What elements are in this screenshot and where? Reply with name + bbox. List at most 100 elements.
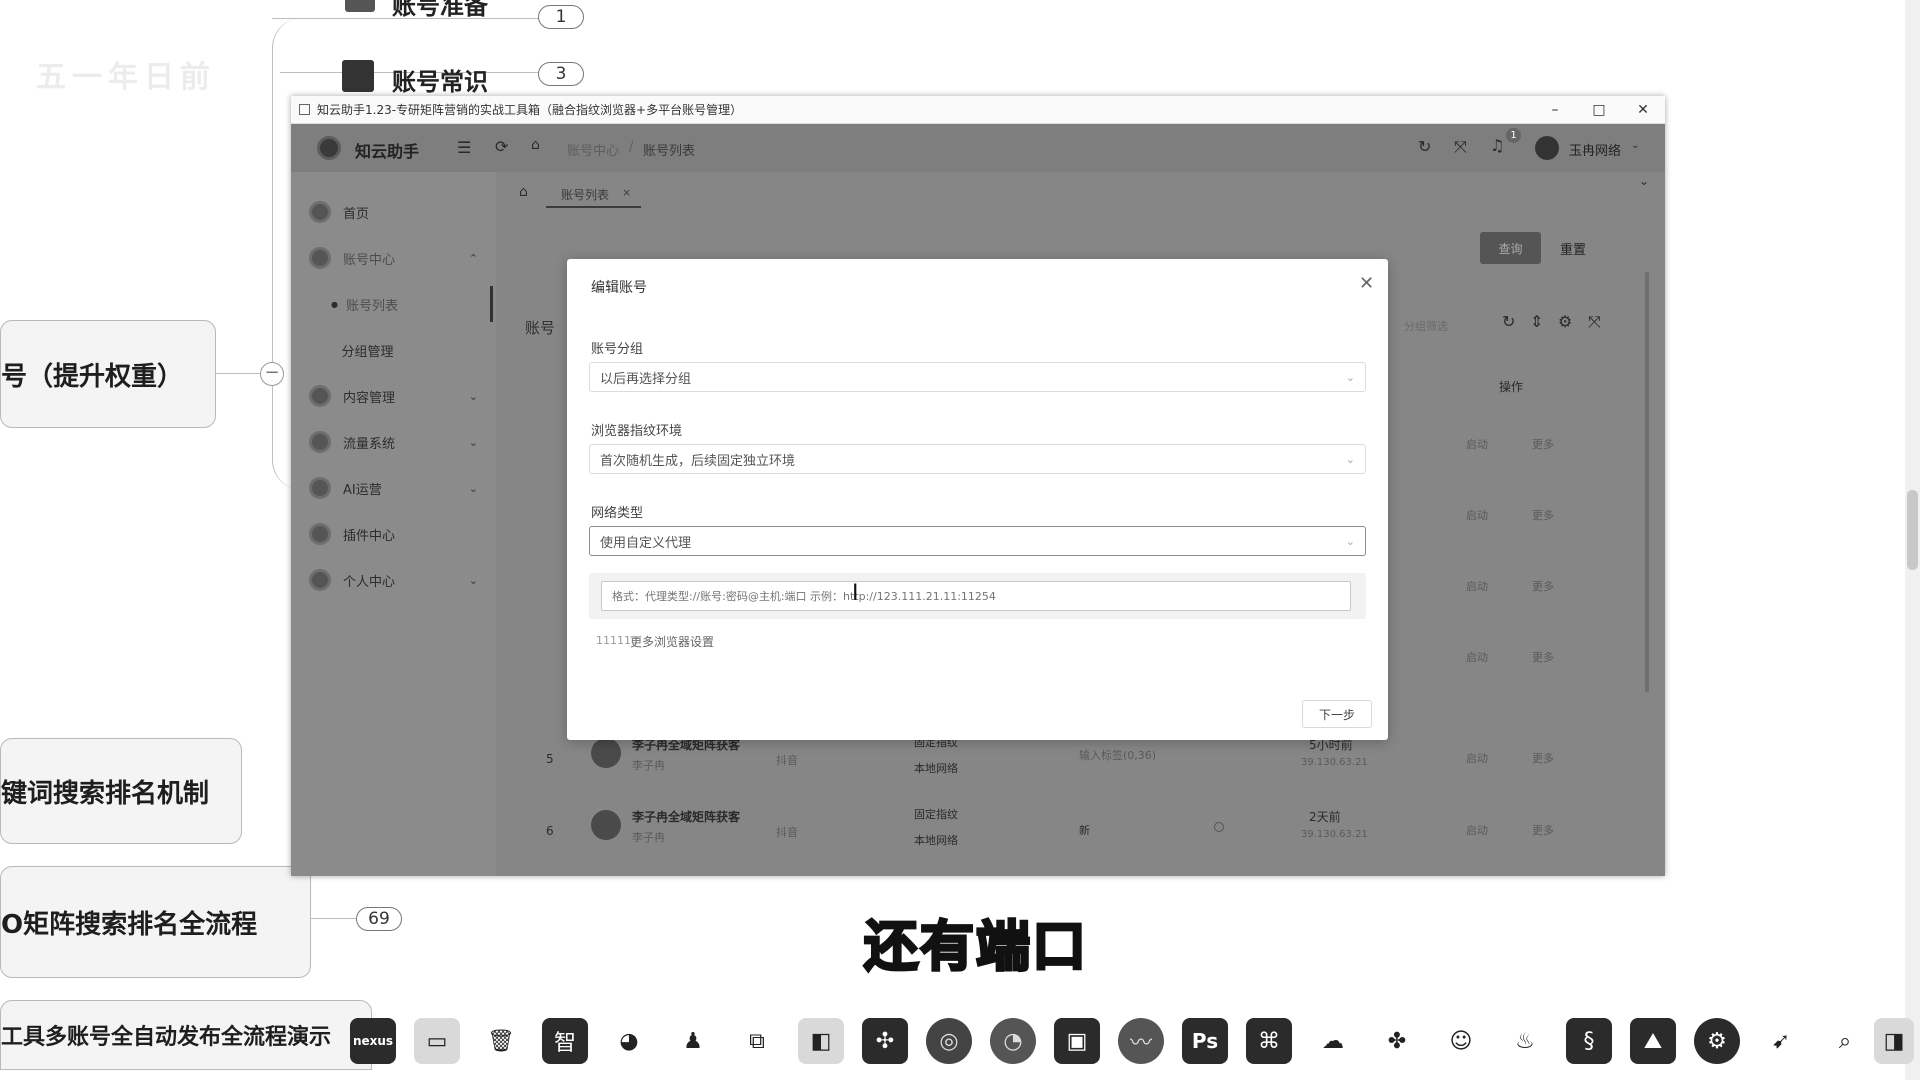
user-name[interactable]: 玉冉网络: [1569, 140, 1621, 159]
row-more-button[interactable]: 更多: [1532, 822, 1554, 838]
steam-icon[interactable]: ⚙: [1694, 1018, 1740, 1064]
mindmap-node-label: 号（提升权重）: [1, 361, 184, 392]
row-start-button[interactable]: 启动: [1466, 822, 1488, 838]
sidebar-item-ai[interactable]: AI运营 ⌄: [291, 468, 496, 508]
capcut-icon[interactable]: ⌘: [1246, 1018, 1292, 1064]
mindmap-connector: [215, 373, 260, 374]
group-select-value: 以后再选择分组: [600, 371, 692, 387]
row-more-button[interactable]: 更多: [1532, 649, 1554, 665]
fingerprint-env-select[interactable]: 首次随机生成，后续固定独立环境 ⌄: [589, 444, 1366, 474]
refresh-icon[interactable]: ↻: [1502, 312, 1515, 331]
mindmap-node-label: 键词搜索排名机制: [1, 778, 210, 809]
next-step-button[interactable]: 下一步: [1302, 700, 1372, 728]
row-start-button[interactable]: 启动: [1466, 649, 1488, 665]
avatar[interactable]: [1535, 136, 1559, 160]
vertical-scrollbar[interactable]: [1905, 0, 1920, 1080]
close-window-button[interactable]: ✕: [1621, 96, 1665, 124]
close-icon[interactable]: ✕: [1359, 273, 1374, 294]
sidebar-item-label: 分组管理: [341, 344, 394, 360]
row-start-button[interactable]: 启动: [1466, 750, 1488, 766]
query-button[interactable]: 查询: [1480, 232, 1541, 264]
tab-close-icon[interactable]: ×: [622, 186, 631, 199]
gear-icon[interactable]: ⚙: [1558, 312, 1572, 331]
search-app-icon[interactable]: ⌕: [1822, 1018, 1868, 1064]
mindmap-count-badge[interactable]: 69: [356, 907, 402, 931]
account-name[interactable]: 李子冉全域矩阵获客: [632, 808, 740, 825]
breadcrumb-account-center[interactable]: 账号中心: [567, 140, 619, 159]
column-height-icon[interactable]: ⇕: [1530, 312, 1543, 331]
avatar-app-icon[interactable]: ☺: [1438, 1018, 1484, 1064]
swirl-app-icon[interactable]: §: [1566, 1018, 1612, 1064]
row-more-button[interactable]: 更多: [1532, 578, 1554, 594]
sidebar-item-account-list[interactable]: ● 账号列表: [291, 284, 496, 324]
fullscreen-icon[interactable]: ⤧: [1454, 137, 1467, 157]
chart-app-icon[interactable]: 〰: [1118, 1018, 1164, 1064]
reset-button[interactable]: 重置: [1547, 232, 1599, 264]
home-icon[interactable]: ⌂: [531, 137, 540, 153]
refresh-icon[interactable]: ⟳: [495, 137, 508, 156]
edge-icon[interactable]: ◔: [990, 1018, 1036, 1064]
proxy-input[interactable]: [601, 581, 1351, 611]
sidebar-item-content[interactable]: 内容管理 ⌄: [291, 376, 496, 416]
home-tab-icon[interactable]: ⌂: [519, 184, 528, 200]
scrollbar-thumb[interactable]: [1907, 490, 1918, 570]
row-start-button[interactable]: 启动: [1466, 578, 1488, 594]
mindmap-count-badge[interactable]: 1: [538, 5, 584, 29]
box-app-icon[interactable]: ▣: [1054, 1018, 1100, 1064]
qq-icon[interactable]: ♟: [670, 1018, 716, 1064]
row-start-button[interactable]: 启动: [1466, 507, 1488, 523]
mindmap-node-keyword[interactable]: 键词搜索排名机制: [0, 738, 242, 844]
row-more-button[interactable]: 更多: [1532, 507, 1554, 523]
fullscreen-icon[interactable]: ⤧: [1588, 312, 1601, 332]
menu-fold-icon[interactable]: ☰: [457, 138, 471, 157]
split-app-icon[interactable]: ◨: [1874, 1018, 1914, 1064]
content-scrollbar[interactable]: [1645, 272, 1649, 692]
tag-input[interactable]: 输入标签(0,36): [1079, 747, 1156, 763]
link-app-icon[interactable]: ✣: [862, 1018, 908, 1064]
mindmap-collapse-toggle[interactable]: −: [260, 362, 284, 386]
row-start-button[interactable]: 启动: [1466, 436, 1488, 452]
minimize-button[interactable]: –: [1533, 96, 1577, 124]
reload-icon[interactable]: ↻: [1418, 137, 1431, 156]
mindmap-node-process[interactable]: O矩阵搜索排名全流程: [0, 866, 311, 978]
layout-icon[interactable]: ◧: [798, 1018, 844, 1064]
chevron-down-icon[interactable]: ⌄: [1639, 174, 1649, 188]
baidu-netdisk-icon[interactable]: ✤: [1374, 1018, 1420, 1064]
maximize-button[interactable]: □: [1577, 96, 1621, 124]
mountain-app-icon[interactable]: ⛰: [1630, 1018, 1676, 1064]
sidebar-item-personal[interactable]: 个人中心 ⌄: [291, 560, 496, 600]
sidebar-item-group-manage[interactable]: · 分组管理: [291, 330, 496, 370]
chevron-down-icon[interactable]: ⌄: [1631, 140, 1639, 151]
sidebar-item-account-center[interactable]: 账号中心 ⌃: [291, 238, 496, 278]
photoshop-icon[interactable]: Ps: [1182, 1018, 1228, 1064]
wechat-icon[interactable]: ◕: [606, 1018, 652, 1064]
mindmap-node-tool[interactable]: 工具多账号全自动发布全流程演示: [0, 1000, 372, 1070]
mindmap-node-account-knowledge[interactable]: 账号常识: [392, 62, 488, 97]
pin-app-icon[interactable]: ➹: [1758, 1018, 1804, 1064]
copy-icon[interactable]: ⧉: [734, 1018, 780, 1064]
recycle-bin-icon[interactable]: 🗑: [478, 1018, 524, 1064]
folder-icon[interactable]: ▭: [414, 1018, 460, 1064]
tab-account-list[interactable]: 账号列表 ×: [546, 172, 641, 208]
sidebar-item-plugin[interactable]: 插件中心: [291, 514, 496, 554]
zhi-app-icon[interactable]: 智: [542, 1018, 588, 1064]
more-browser-settings-link[interactable]: 更多浏览器设置: [630, 633, 714, 650]
sidebar-item-traffic[interactable]: 流量系统 ⌄: [291, 422, 496, 462]
mindmap-node-account-prep[interactable]: 账号准备: [392, 0, 488, 21]
sidebar-item-home[interactable]: 首页: [291, 192, 496, 232]
row-index: 6: [546, 824, 554, 838]
content-icon: [309, 385, 331, 407]
flame-app-icon[interactable]: ♨: [1502, 1018, 1548, 1064]
group-filter-label[interactable]: 分组筛选: [1404, 318, 1448, 334]
chrome-icon[interactable]: ◎: [926, 1018, 972, 1064]
row-more-button[interactable]: 更多: [1532, 750, 1554, 766]
bell-icon[interactable]: ♫: [1490, 136, 1504, 155]
cloud-icon[interactable]: ☁: [1310, 1018, 1356, 1064]
nexus-icon[interactable]: nexus: [350, 1018, 396, 1064]
mindmap-count-badge[interactable]: 3: [538, 62, 584, 86]
network-type-select[interactable]: 使用自定义代理 ⌄: [589, 526, 1366, 556]
row-more-button[interactable]: 更多: [1532, 436, 1554, 452]
window-titlebar[interactable]: 知云助手1.23-专研矩阵营销的实战工具箱（融合指纹浏览器+多平台账号管理） –…: [291, 96, 1665, 124]
group-select[interactable]: 以后再选择分组 ⌄: [589, 362, 1366, 392]
mindmap-node-weight[interactable]: 号（提升权重）: [0, 320, 216, 428]
